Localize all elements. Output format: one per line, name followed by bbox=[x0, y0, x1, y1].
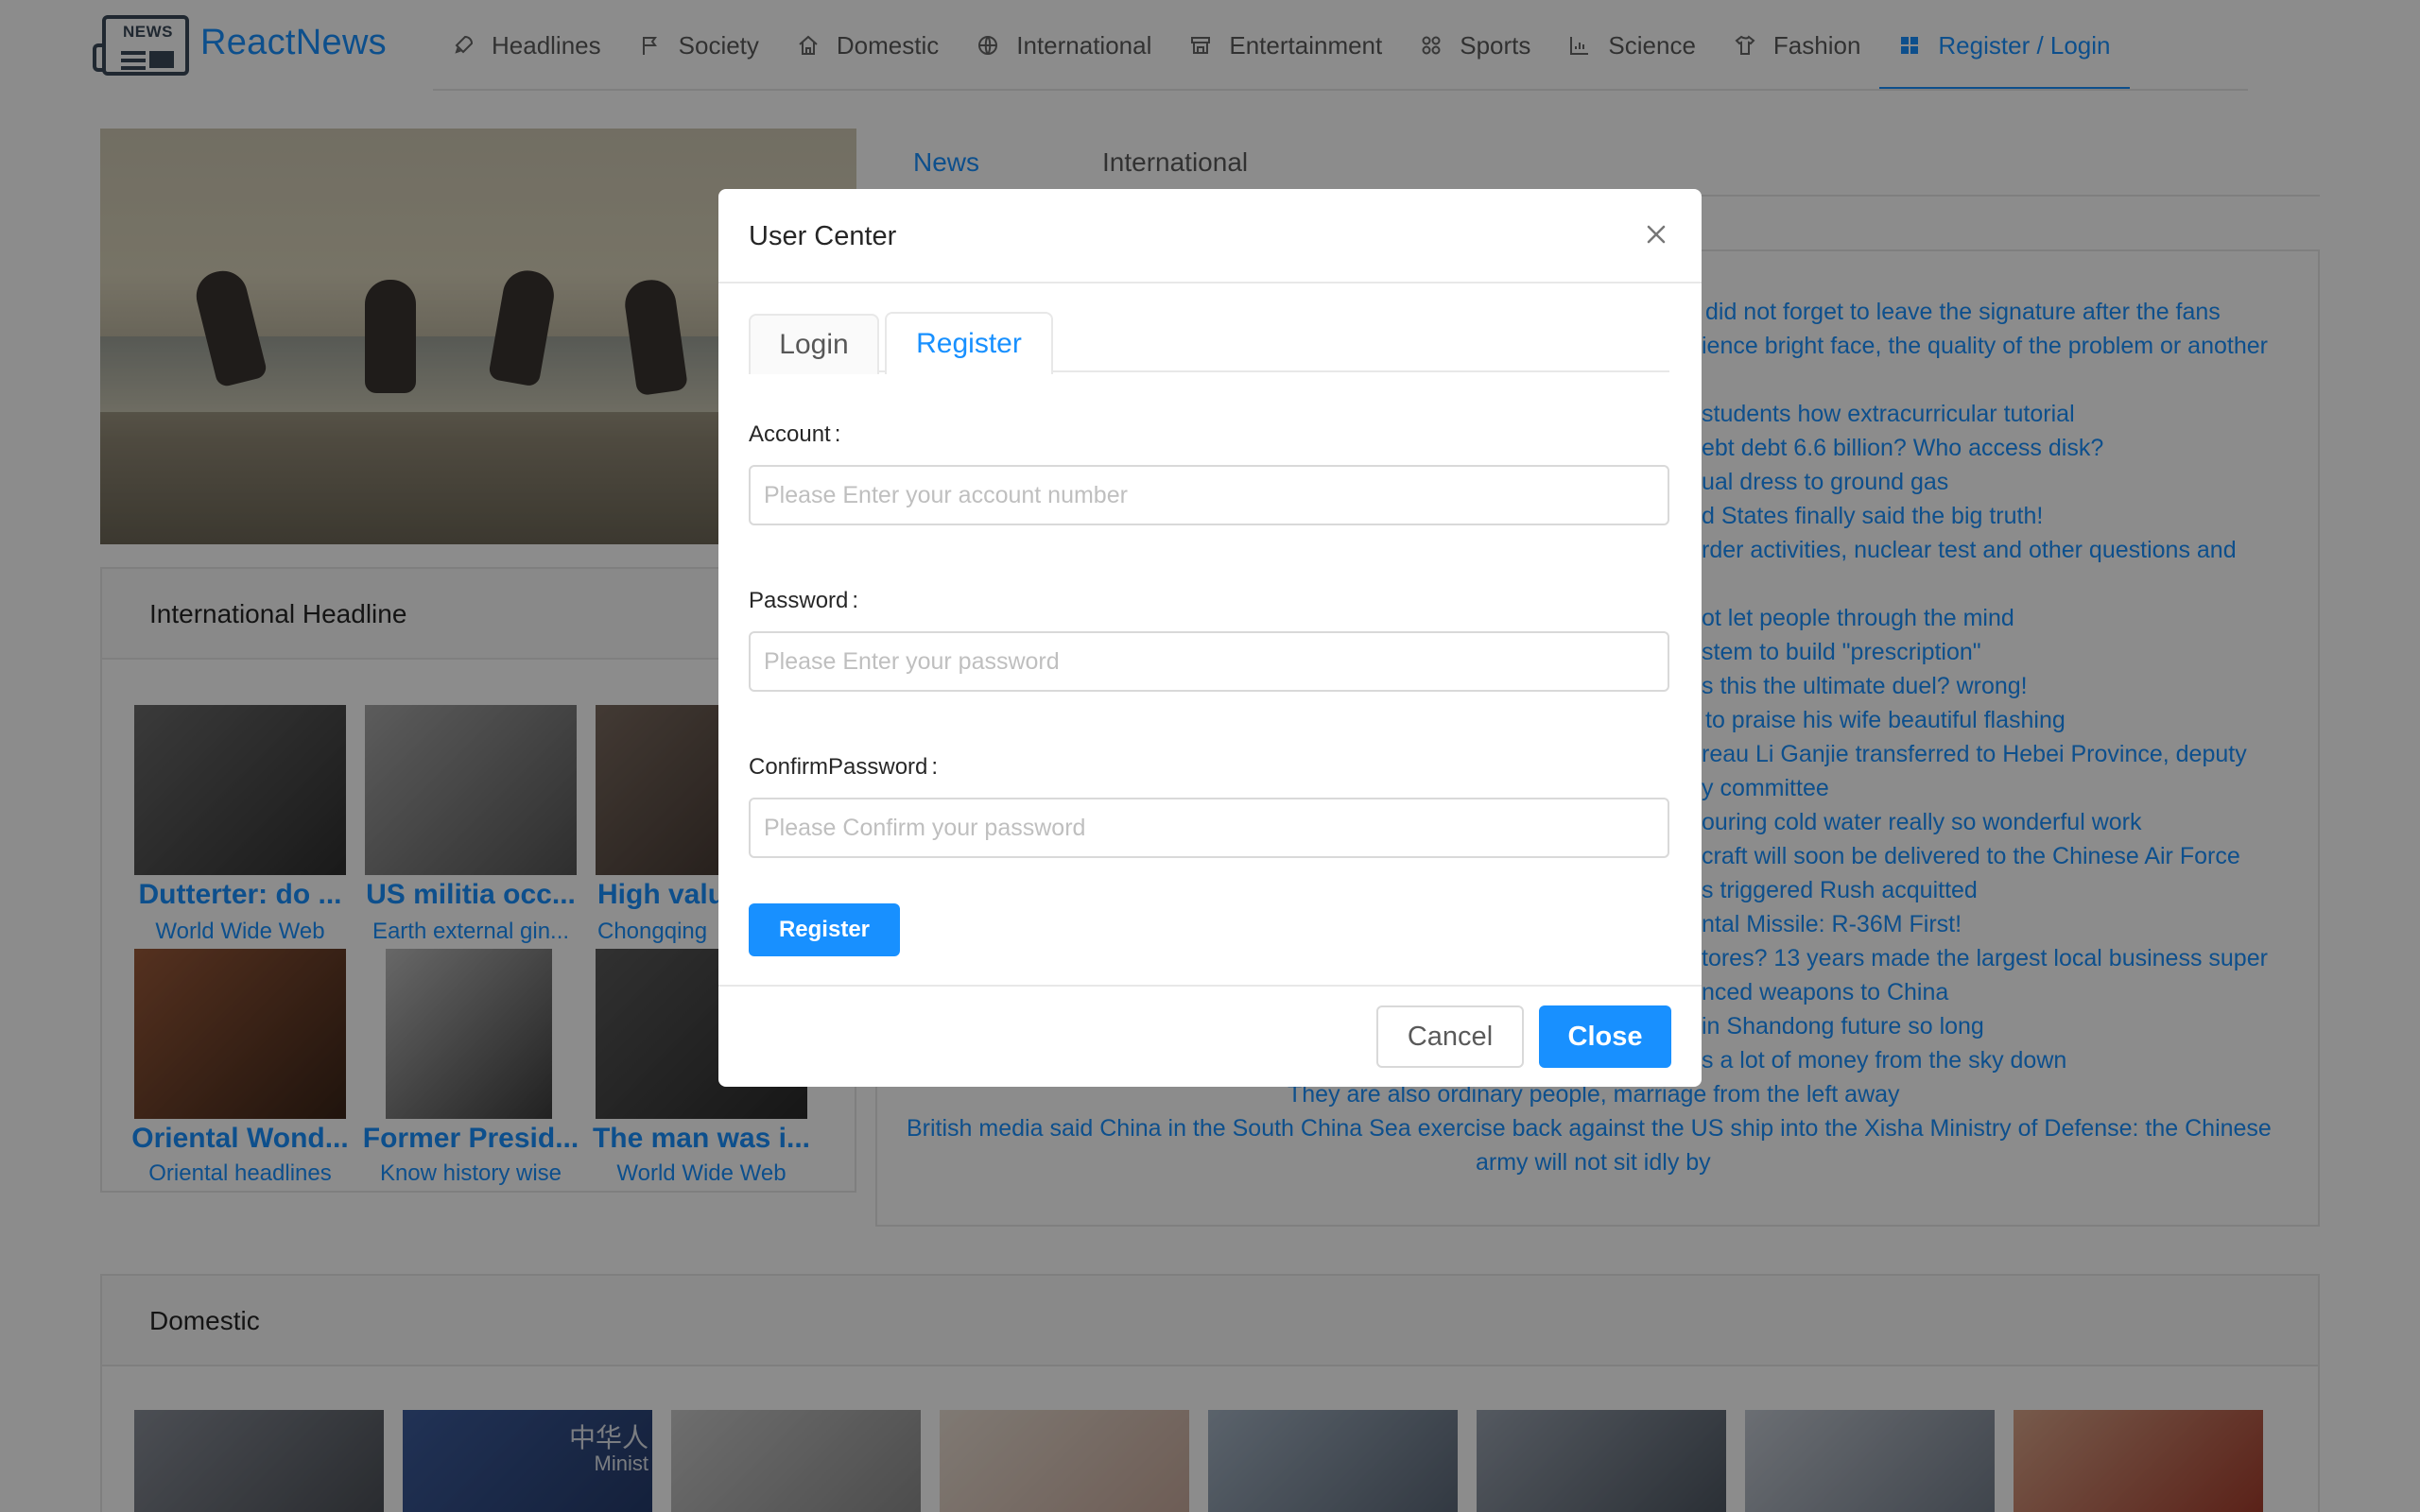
modal-footer-divider bbox=[718, 985, 1702, 987]
account-label: Account: bbox=[749, 421, 841, 447]
modal-title: User Center bbox=[749, 221, 897, 251]
confirm-password-label: ConfirmPassword: bbox=[749, 754, 939, 780]
account-input[interactable] bbox=[749, 465, 1669, 525]
confirm-password-input[interactable] bbox=[749, 798, 1669, 858]
password-input[interactable] bbox=[749, 631, 1669, 692]
cancel-button[interactable]: Cancel bbox=[1376, 1005, 1524, 1068]
password-label: Password: bbox=[749, 588, 859, 613]
tab-login[interactable]: Login bbox=[749, 314, 879, 374]
user-center-modal: User Center Login Register Account: Pass… bbox=[718, 189, 1702, 1087]
close-icon[interactable] bbox=[1643, 221, 1669, 248]
modal-header-divider bbox=[718, 282, 1702, 284]
close-button[interactable]: Close bbox=[1539, 1005, 1671, 1068]
tab-register[interactable]: Register bbox=[885, 312, 1053, 374]
register-button[interactable]: Register bbox=[749, 903, 900, 956]
